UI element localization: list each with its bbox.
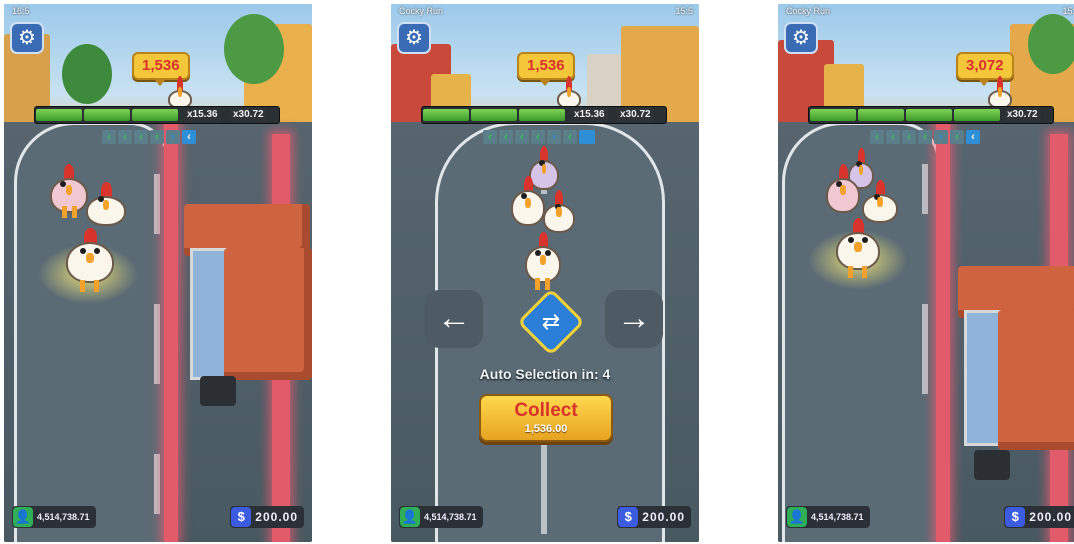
balance-value: 4,514,738.71 [424,512,477,522]
multiplier-label: x30.72 [1004,108,1041,122]
user-wallet-icon: 👤 [13,507,33,527]
chicken [511,176,545,234]
danger-lane [936,122,950,542]
player-chicken [836,218,880,280]
chicken [50,164,88,220]
balance-value: 4,514,738.71 [37,512,90,522]
balance-display: 👤 4,514,738.71 [399,506,483,528]
balance-display: 👤 4,514,738.71 [12,506,96,528]
cash-display: $ 200.00 [617,506,691,528]
balance-display: 👤 4,514,738.71 [786,506,870,528]
status-text: Cocky Run [399,6,444,16]
gear-icon[interactable]: ⚙ [397,22,431,54]
leader-chicken-icon [168,76,192,109]
collect-label: Collect [514,400,578,421]
arrow-right-icon[interactable]: → [605,290,663,348]
collect-amount: 1,536.00 [524,423,568,435]
cash-display: $ 200.00 [230,506,304,528]
cash-value: 200.00 [642,510,685,524]
chicken [826,164,860,220]
game-panel-3: Cocky Run 15:5 ⚙ 3,072 x30.72 ‹‹‹‹ ›‹‹ 👤… [778,4,1074,542]
chicken [543,190,575,236]
collect-button[interactable]: Collect 1,536.00 [479,394,613,442]
truck [180,204,312,414]
chicken [86,182,126,230]
auto-selection-text: Auto Selection in: 4 [479,366,611,382]
clock-text: 15:5 [1062,6,1074,16]
balance-value: 4,514,738.71 [811,512,864,522]
multiplier-label: x30.72 [617,108,654,122]
dollar-icon: $ [618,507,639,527]
dollar-icon: $ [231,507,252,527]
game-panel-1: 16:5 ⚙ 1,536 x15.36 x30.72 ‹ ‹ ‹ ‹ › ‹ 👤 4,5… [4,4,312,542]
leader-chicken-icon [557,76,581,109]
gear-icon[interactable]: ⚙ [10,22,44,54]
cash-display: $ 200.00 [1004,506,1074,528]
game-panel-2: Cocky Run 15:5 ⚙ 1,536 x15.36 x30.72 ‹ ‹ ‹… [391,4,699,542]
gear-icon[interactable]: ⚙ [784,22,818,54]
multiplier-label: x30.72 [230,108,267,122]
leader-chicken-icon [988,76,1012,109]
multiplier-label: x15.36 [571,108,608,122]
clock-text: 15:5 [675,6,693,16]
arrow-left-icon[interactable]: ← [425,290,483,348]
direction-history: ‹ ‹ ‹ ‹ › ‹ ‹ [870,130,980,146]
danger-lane [164,122,178,542]
truck [954,266,1074,496]
cash-value: 200.00 [1029,510,1072,524]
cash-value: 200.00 [255,510,298,524]
user-wallet-icon: 👤 [787,507,807,527]
dollar-icon: $ [1005,507,1026,527]
direction-history: ‹ ‹ ‹ ‹ › ‹ [483,130,595,146]
status-text: 16:5 [12,6,30,16]
multiplier-label: x15.36 [184,108,221,122]
direction-history: ‹ ‹ ‹ ‹ › ‹ [102,130,196,146]
player-chicken [525,232,561,292]
player-chicken [66,228,114,294]
user-wallet-icon: 👤 [400,507,420,527]
status-text: Cocky Run [786,6,831,16]
